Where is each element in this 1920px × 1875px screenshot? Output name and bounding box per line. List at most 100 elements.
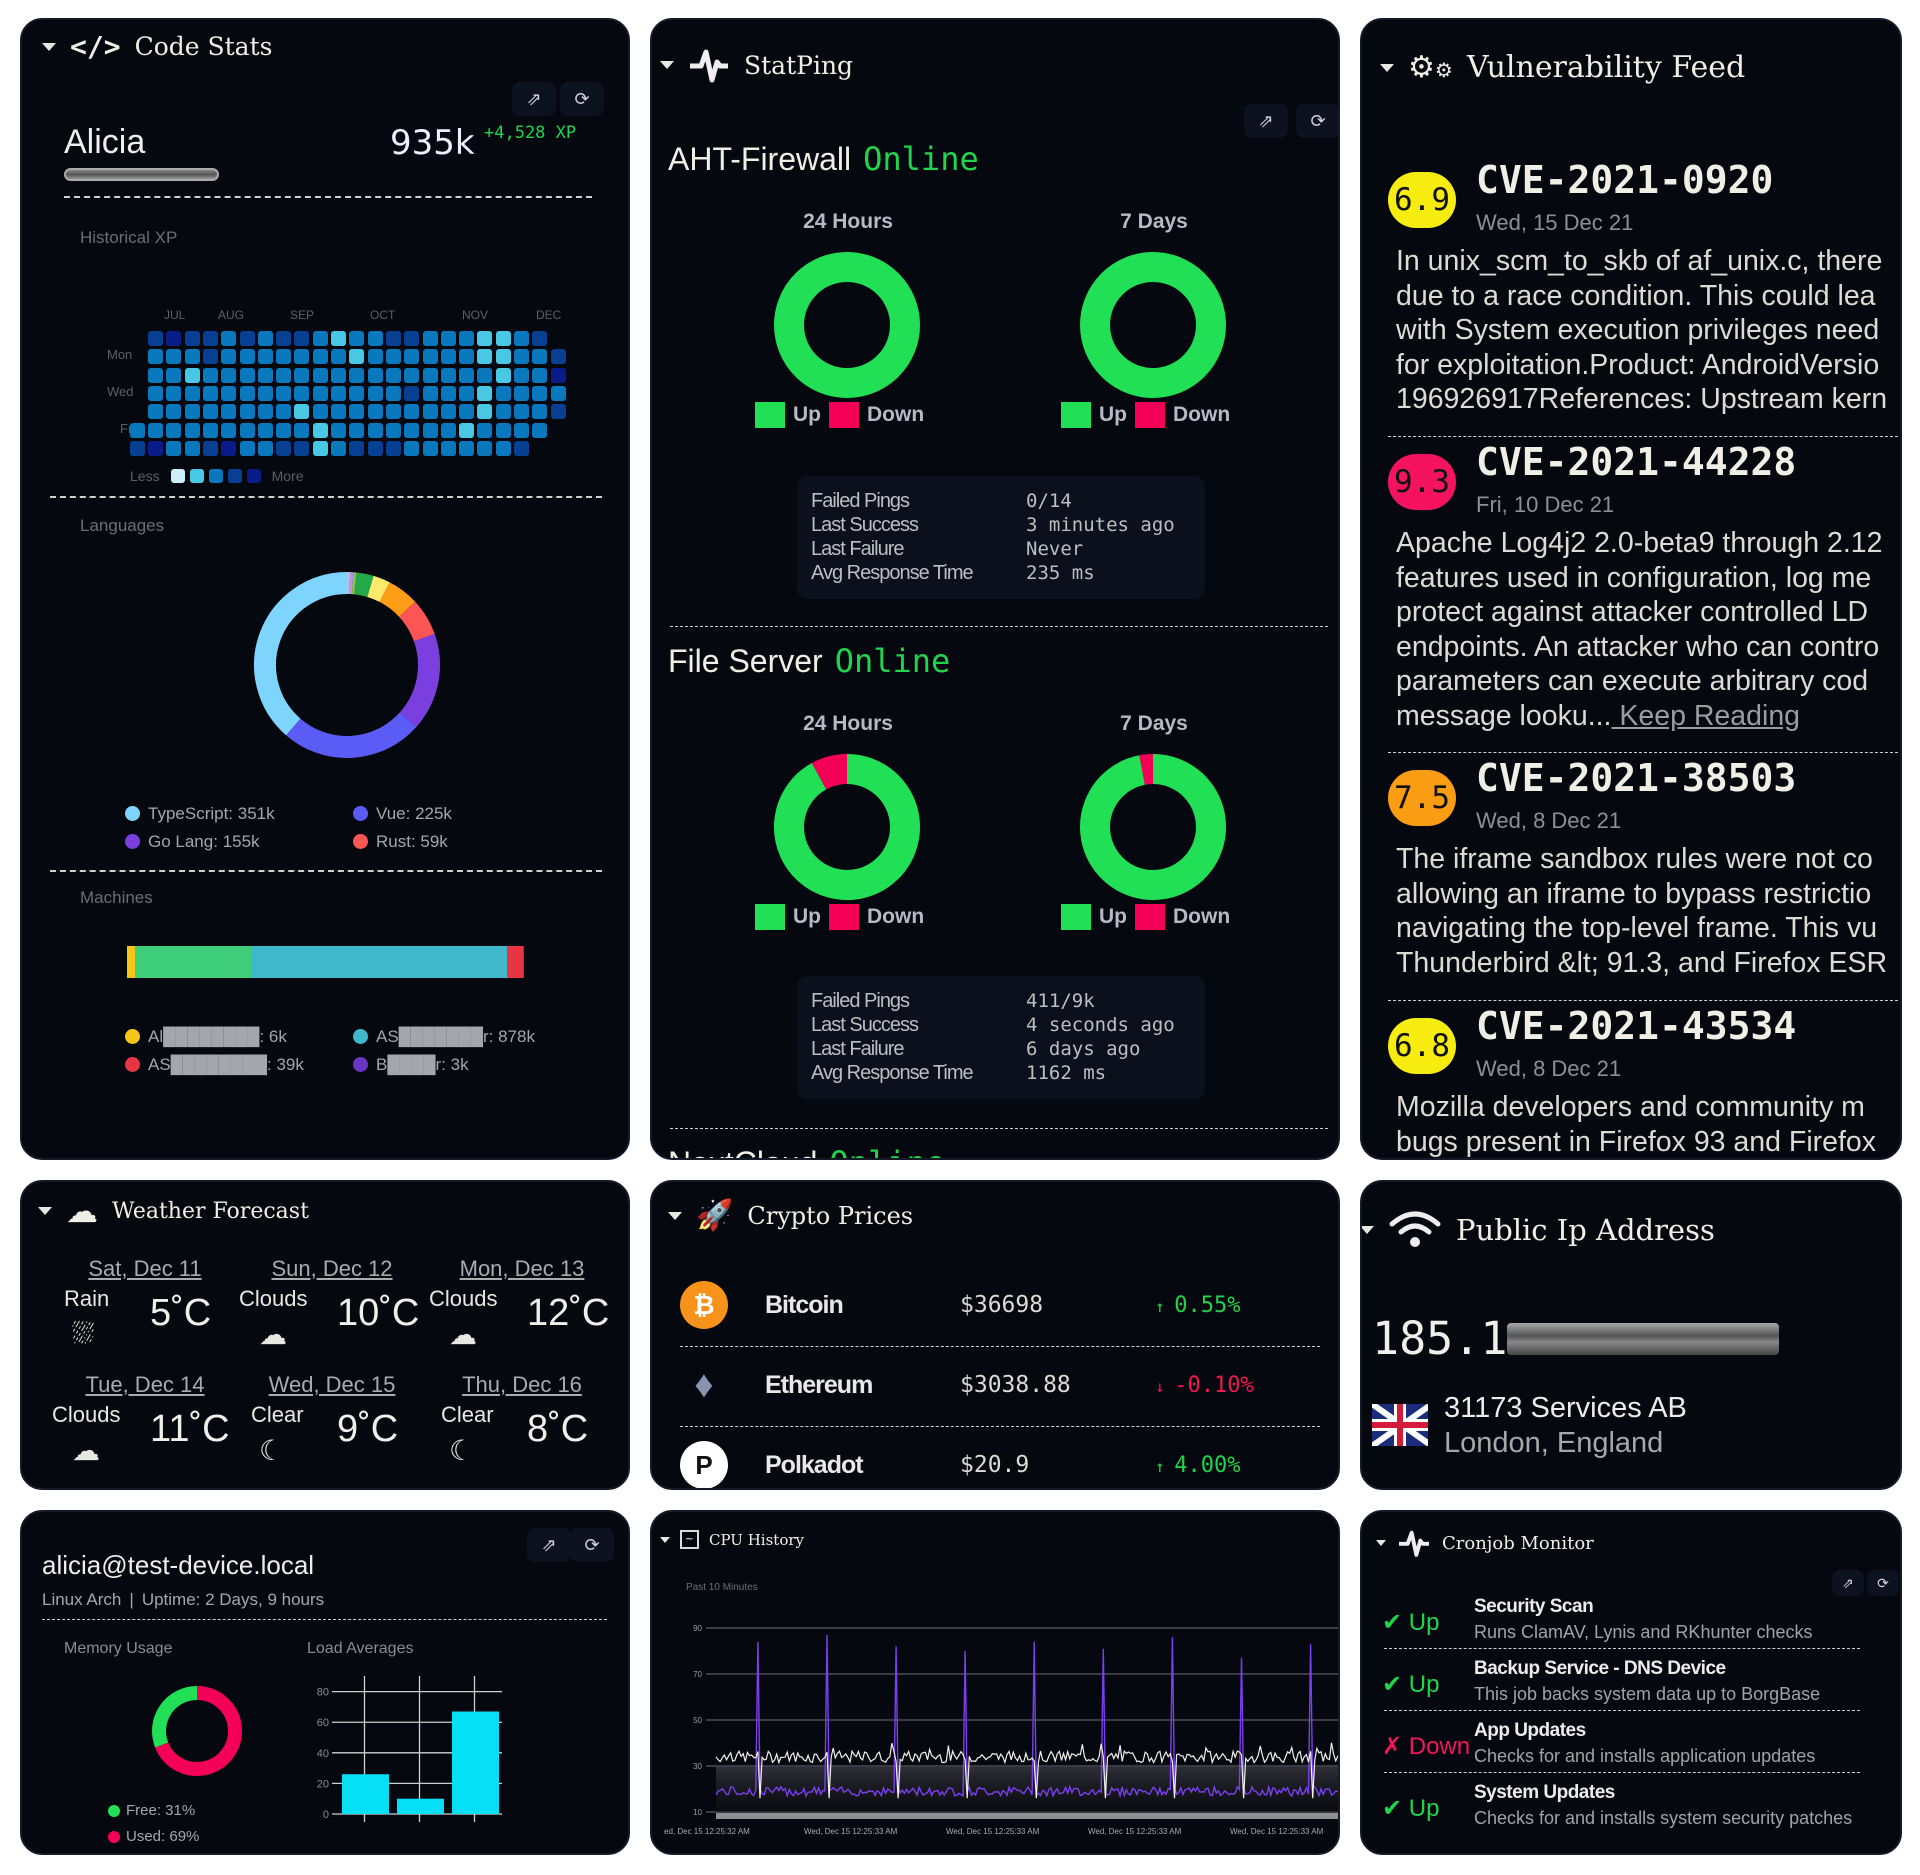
heatmap-cell[interactable]	[331, 367, 346, 383]
heatmap-cell[interactable]	[495, 367, 511, 383]
heatmap-cell[interactable]	[495, 404, 511, 420]
heatmap-cell[interactable]	[477, 385, 493, 401]
heatmap-cell[interactable]	[257, 404, 273, 420]
heatmap-cell[interactable]	[257, 385, 273, 401]
heatmap-cell[interactable]	[495, 440, 511, 456]
heatmap-cell[interactable]	[166, 385, 182, 401]
heatmap-cell[interactable]	[349, 422, 365, 438]
cve-id[interactable]: CVE-2021-44228	[1476, 440, 1796, 484]
heatmap-cell[interactable]	[294, 404, 310, 420]
heatmap-cell[interactable]	[440, 404, 456, 420]
heatmap-cell[interactable]	[532, 422, 548, 438]
heatmap-cell[interactable]	[148, 367, 163, 383]
public-ip-header[interactable]: Public Ip Address	[1362, 1210, 1715, 1250]
heatmap-cell[interactable]	[239, 349, 255, 365]
vuln-feed-header[interactable]: ⚙⚙ Vulnerability Feed	[1380, 50, 1745, 85]
heatmap-cell[interactable]	[349, 385, 365, 401]
heatmap-cell[interactable]	[221, 331, 237, 346]
crypto-row[interactable]: ₿ Bitcoin $36698 ↑ 0.55%	[680, 1274, 1310, 1336]
heatmap-cell[interactable]	[257, 367, 273, 383]
collapse-caret-icon[interactable]	[1362, 1226, 1374, 1234]
heatmap-cell[interactable]	[239, 422, 255, 438]
heatmap-cell[interactable]	[166, 422, 182, 438]
heatmap-cell[interactable]	[459, 331, 475, 346]
heatmap-cell[interactable]	[129, 422, 145, 438]
heatmap-cell[interactable]	[148, 440, 163, 456]
heatmap-cell[interactable]	[404, 331, 420, 346]
heatmap-cell[interactable]	[312, 404, 328, 420]
forecast-date[interactable]: Tue, Dec 14	[50, 1372, 240, 1398]
heatmap-cell[interactable]	[331, 385, 346, 401]
heatmap-cell[interactable]	[166, 331, 182, 346]
heatmap-cell[interactable]	[550, 404, 566, 420]
heatmap-cell[interactable]	[202, 331, 218, 346]
heatmap-cell[interactable]	[404, 440, 420, 456]
heatmap-cell[interactable]	[404, 349, 420, 365]
heatmap-cell[interactable]	[385, 331, 401, 346]
heatmap-cell[interactable]	[477, 440, 493, 456]
heatmap-cell[interactable]	[202, 404, 218, 420]
heatmap-cell[interactable]	[385, 440, 401, 456]
heatmap-cell[interactable]	[422, 440, 438, 456]
heatmap-cell[interactable]	[239, 404, 255, 420]
forecast-date[interactable]: Sat, Dec 11	[50, 1256, 240, 1282]
refresh-button[interactable]: ⟳	[1867, 1570, 1899, 1596]
heatmap-cell[interactable]	[184, 404, 200, 420]
heatmap-cell[interactable]	[331, 331, 346, 346]
heatmap-cell[interactable]	[550, 385, 566, 401]
cronjob-item[interactable]: ✔ Up System Updates Checks for and install…	[1382, 1782, 1880, 1844]
heatmap-cell[interactable]	[495, 349, 511, 365]
refresh-button[interactable]: ⟳	[1296, 104, 1338, 138]
heatmap-cell[interactable]	[477, 404, 493, 420]
heatmap-cell[interactable]	[422, 422, 438, 438]
heatmap-cell[interactable]	[202, 440, 218, 456]
heatmap-cell[interactable]	[239, 331, 255, 346]
keep-reading-link[interactable]: Keep Reading	[1611, 700, 1800, 732]
heatmap-cell[interactable]	[495, 385, 511, 401]
crypto-header[interactable]: 🚀 Crypto Prices	[668, 1198, 913, 1233]
open-external-button[interactable]: ⇗	[527, 1528, 571, 1562]
collapse-caret-icon[interactable]	[668, 1211, 682, 1220]
heatmap-cell[interactable]	[276, 331, 292, 346]
heatmap-cell[interactable]	[184, 440, 200, 456]
heatmap-cell[interactable]	[514, 404, 529, 420]
heatmap-cell[interactable]	[349, 440, 365, 456]
heatmap-cell[interactable]	[550, 349, 566, 365]
forecast-date[interactable]: Thu, Dec 16	[427, 1372, 617, 1398]
crypto-row[interactable]: P Polkadot $20.9 ↑ 4.00%	[680, 1434, 1310, 1488]
collapse-caret-icon[interactable]	[1376, 1540, 1386, 1546]
heatmap-cell[interactable]	[221, 385, 237, 401]
heatmap-cell[interactable]	[404, 385, 420, 401]
heatmap-cell[interactable]	[184, 349, 200, 365]
cpu-history-header[interactable]: ~ CPU History	[660, 1530, 804, 1549]
forecast-date[interactable]: Sun, Dec 12	[237, 1256, 427, 1282]
open-external-button[interactable]: ⇗	[1832, 1570, 1864, 1596]
heatmap-cell[interactable]	[148, 404, 163, 420]
weather-header[interactable]: ☁ Weather Forecast	[38, 1192, 309, 1230]
heatmap-cell[interactable]	[367, 404, 383, 420]
heatmap-cell[interactable]	[148, 331, 163, 346]
heatmap-cell[interactable]	[440, 385, 456, 401]
heatmap-cell[interactable]	[385, 422, 401, 438]
heatmap-cell[interactable]	[294, 422, 310, 438]
heatmap-cell[interactable]	[239, 367, 255, 383]
heatmap-cell[interactable]	[367, 422, 383, 438]
heatmap-cell[interactable]	[202, 349, 218, 365]
heatmap-cell[interactable]	[312, 349, 328, 365]
heatmap-cell[interactable]	[221, 404, 237, 420]
heatmap-cell[interactable]	[367, 385, 383, 401]
forecast-date[interactable]: Mon, Dec 13	[427, 1256, 617, 1282]
heatmap-cell[interactable]	[349, 331, 365, 346]
forecast-date[interactable]: Wed, Dec 15	[237, 1372, 427, 1398]
heatmap-cell[interactable]	[166, 404, 182, 420]
heatmap-cell[interactable]	[312, 331, 328, 346]
heatmap-cell[interactable]	[495, 331, 511, 346]
heatmap-cell[interactable]	[459, 349, 475, 365]
heatmap-cell[interactable]	[422, 404, 438, 420]
collapse-caret-icon[interactable]	[1380, 63, 1394, 72]
heatmap-cell[interactable]	[367, 349, 383, 365]
heatmap-cell[interactable]	[514, 385, 529, 401]
heatmap-cell[interactable]	[202, 422, 218, 438]
heatmap-cell[interactable]	[422, 385, 438, 401]
heatmap-cell[interactable]	[440, 422, 456, 438]
